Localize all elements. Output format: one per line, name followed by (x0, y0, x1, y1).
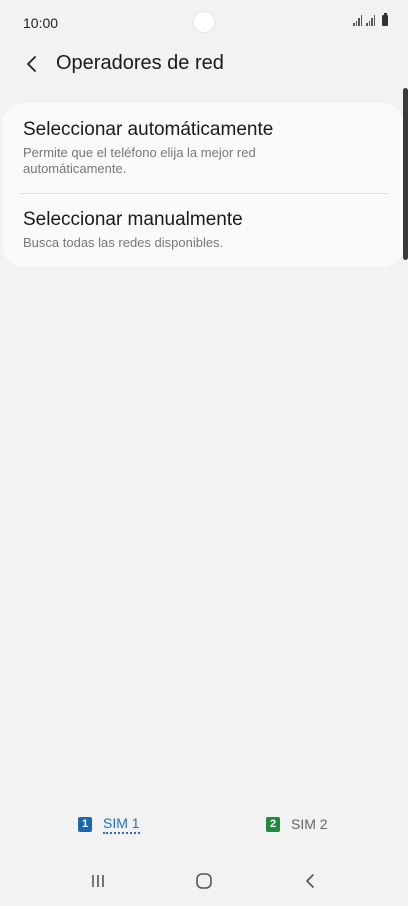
tab-label: SIM 1 (103, 815, 140, 834)
home-button[interactable] (186, 868, 222, 894)
scrollbar[interactable] (403, 88, 408, 260)
back-button[interactable] (18, 50, 46, 78)
select-manually-option[interactable]: Seleccionar manualmente Busca todas las … (23, 208, 388, 251)
option-subtitle: Permite que el teléfono elija la mejor r… (23, 145, 388, 177)
option-subtitle-line: automáticamente. (23, 161, 127, 176)
navigation-bar (0, 858, 408, 906)
sim2-icon: 2 (266, 816, 280, 832)
status-icons (353, 13, 388, 26)
signal-sim1-icon (353, 15, 362, 26)
battery-icon (382, 13, 388, 26)
divider (20, 193, 388, 194)
sim1-icon: 1 (78, 816, 92, 832)
home-icon (196, 873, 212, 889)
option-subtitle-line: Permite que el teléfono elija la mejor r… (23, 145, 256, 160)
option-subtitle-line: Busca todas las redes disponibles. (23, 235, 224, 250)
recent-apps-button[interactable] (80, 868, 116, 894)
option-title: Seleccionar manualmente (23, 209, 243, 230)
tab-sim1[interactable]: 1 SIM 1 (78, 808, 140, 840)
sim-tabs: 1 SIM 1 2 SIM 2 (0, 808, 408, 840)
status-bar: 10:00 (0, 0, 408, 44)
signal-sim2-icon (366, 15, 375, 26)
front-camera (194, 12, 214, 32)
tab-label: SIM 2 (291, 816, 328, 832)
status-time: 10:00 (23, 15, 59, 31)
network-options-card: Seleccionar automáticamente Permite que … (2, 103, 404, 267)
back-chevron-icon (27, 56, 36, 72)
back-nav-button[interactable] (292, 868, 328, 894)
page-title: Operadores de red (56, 52, 224, 74)
option-title: Seleccionar automáticamente (23, 119, 274, 140)
app-header: Operadores de red (0, 44, 408, 84)
option-subtitle: Busca todas las redes disponibles. (23, 235, 388, 251)
select-automatically-option[interactable]: Seleccionar automáticamente Permite que … (23, 118, 388, 177)
back-icon (306, 874, 314, 888)
recent-apps-icon (92, 875, 104, 887)
tab-sim2[interactable]: 2 SIM 2 (266, 808, 328, 840)
